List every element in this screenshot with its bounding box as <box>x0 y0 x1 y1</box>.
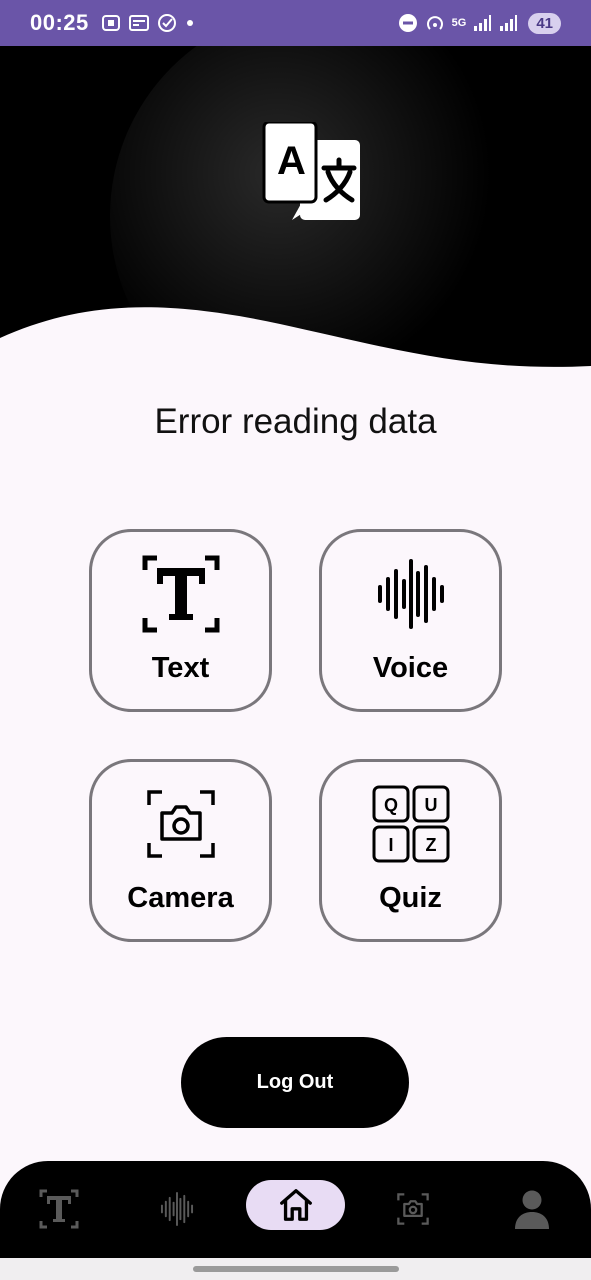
nav-text[interactable] <box>34 1181 84 1237</box>
news-icon <box>128 15 149 31</box>
status-bar: 00:25 5G 41 <box>0 0 591 46</box>
quiz-letter-u: U <box>424 795 437 815</box>
voice-card-label: Voice <box>372 652 449 684</box>
logo-letter: A <box>277 139 306 183</box>
translate-icon: A <box>262 122 360 220</box>
camera-scan-icon <box>397 1193 429 1225</box>
quiz-card[interactable]: Q U I Z Quiz <box>319 759 502 942</box>
quiz-letter-q: Q <box>383 795 397 815</box>
signal-icon <box>474 15 492 31</box>
quiz-card-label: Quiz <box>379 882 442 914</box>
bottom-nav <box>0 1161 591 1258</box>
header-banner: A <box>0 46 591 382</box>
home-icon <box>279 1189 312 1221</box>
text-scan-icon <box>142 555 219 633</box>
camera-card[interactable]: Camera <box>89 759 272 942</box>
quiz-letter-i: I <box>388 835 393 855</box>
signal-icon-2 <box>500 15 518 31</box>
do-not-disturb-icon <box>398 14 417 32</box>
logout-button[interactable]: Log Out <box>181 1037 409 1128</box>
gesture-handle <box>193 1266 399 1272</box>
page-title: Error reading data <box>154 402 437 441</box>
text-card[interactable]: Text <box>89 529 272 712</box>
dot-icon <box>186 20 193 26</box>
quiz-grid-icon: Q U I Z <box>372 785 449 863</box>
check-circle-icon <box>157 14 176 32</box>
battery-indicator: 41 <box>528 12 561 34</box>
text-scan-icon <box>39 1189 79 1229</box>
header-wave <box>0 307 591 382</box>
nav-voice[interactable] <box>152 1181 202 1237</box>
status-time: 00:25 <box>30 10 89 35</box>
quiz-letter-z: Z <box>425 835 436 855</box>
profile-icon <box>515 1190 549 1229</box>
nav-profile[interactable] <box>508 1181 556 1237</box>
gesture-bar <box>0 1258 591 1280</box>
voice-wave-icon <box>377 559 444 629</box>
camera-scan-icon <box>146 790 215 858</box>
nav-camera[interactable] <box>390 1181 436 1237</box>
voice-card[interactable]: Voice <box>319 529 502 712</box>
camera-card-label: Camera <box>127 882 234 914</box>
status-notification-icons <box>101 13 195 33</box>
nav-home[interactable] <box>246 1180 345 1230</box>
network-type: 5G <box>451 17 467 29</box>
status-system-icons: 5G 41 <box>398 12 561 34</box>
hotspot-icon <box>426 16 443 30</box>
text-card-label: Text <box>151 652 210 684</box>
screenshot-icon <box>101 15 120 31</box>
voice-wave-icon <box>160 1192 194 1226</box>
